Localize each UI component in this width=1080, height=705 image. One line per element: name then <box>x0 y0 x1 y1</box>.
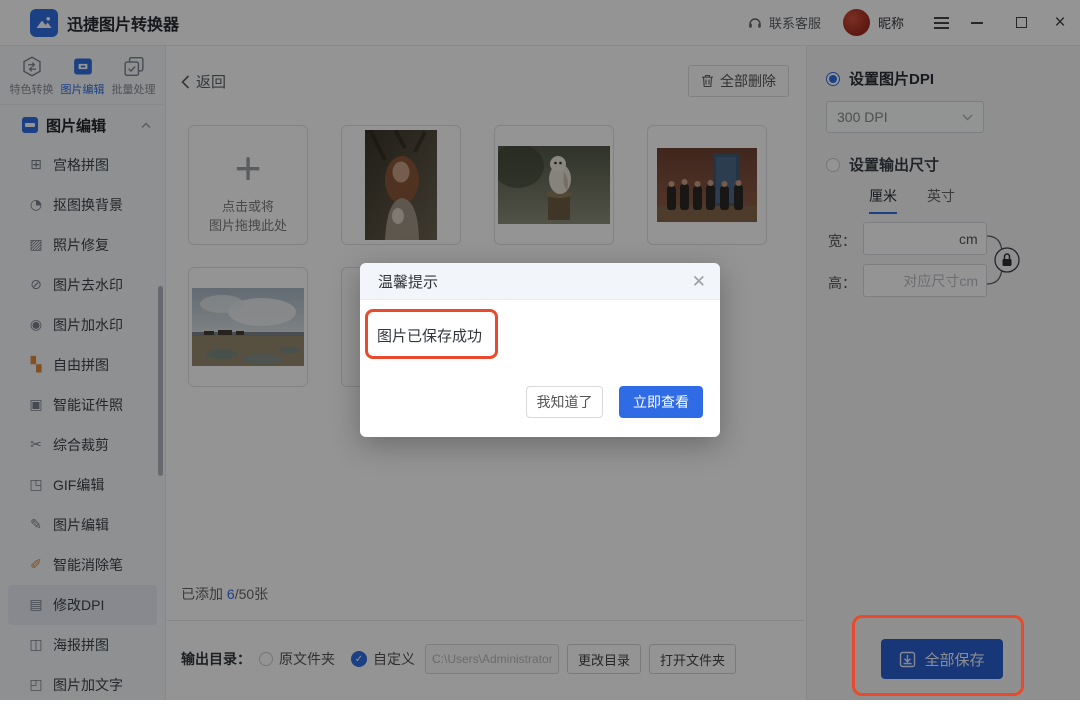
dialog-header: 温馨提示 ✕ <box>360 263 720 300</box>
dialog-title: 温馨提示 <box>378 271 438 292</box>
dialog-close-icon[interactable]: ✕ <box>692 273 706 290</box>
view-now-button[interactable]: 立即查看 <box>619 386 703 418</box>
dialog-message: 图片已保存成功 <box>377 325 482 346</box>
notice-dialog: 温馨提示 ✕ 图片已保存成功 我知道了 立即查看 <box>360 263 720 437</box>
ok-button[interactable]: 我知道了 <box>526 386 603 418</box>
